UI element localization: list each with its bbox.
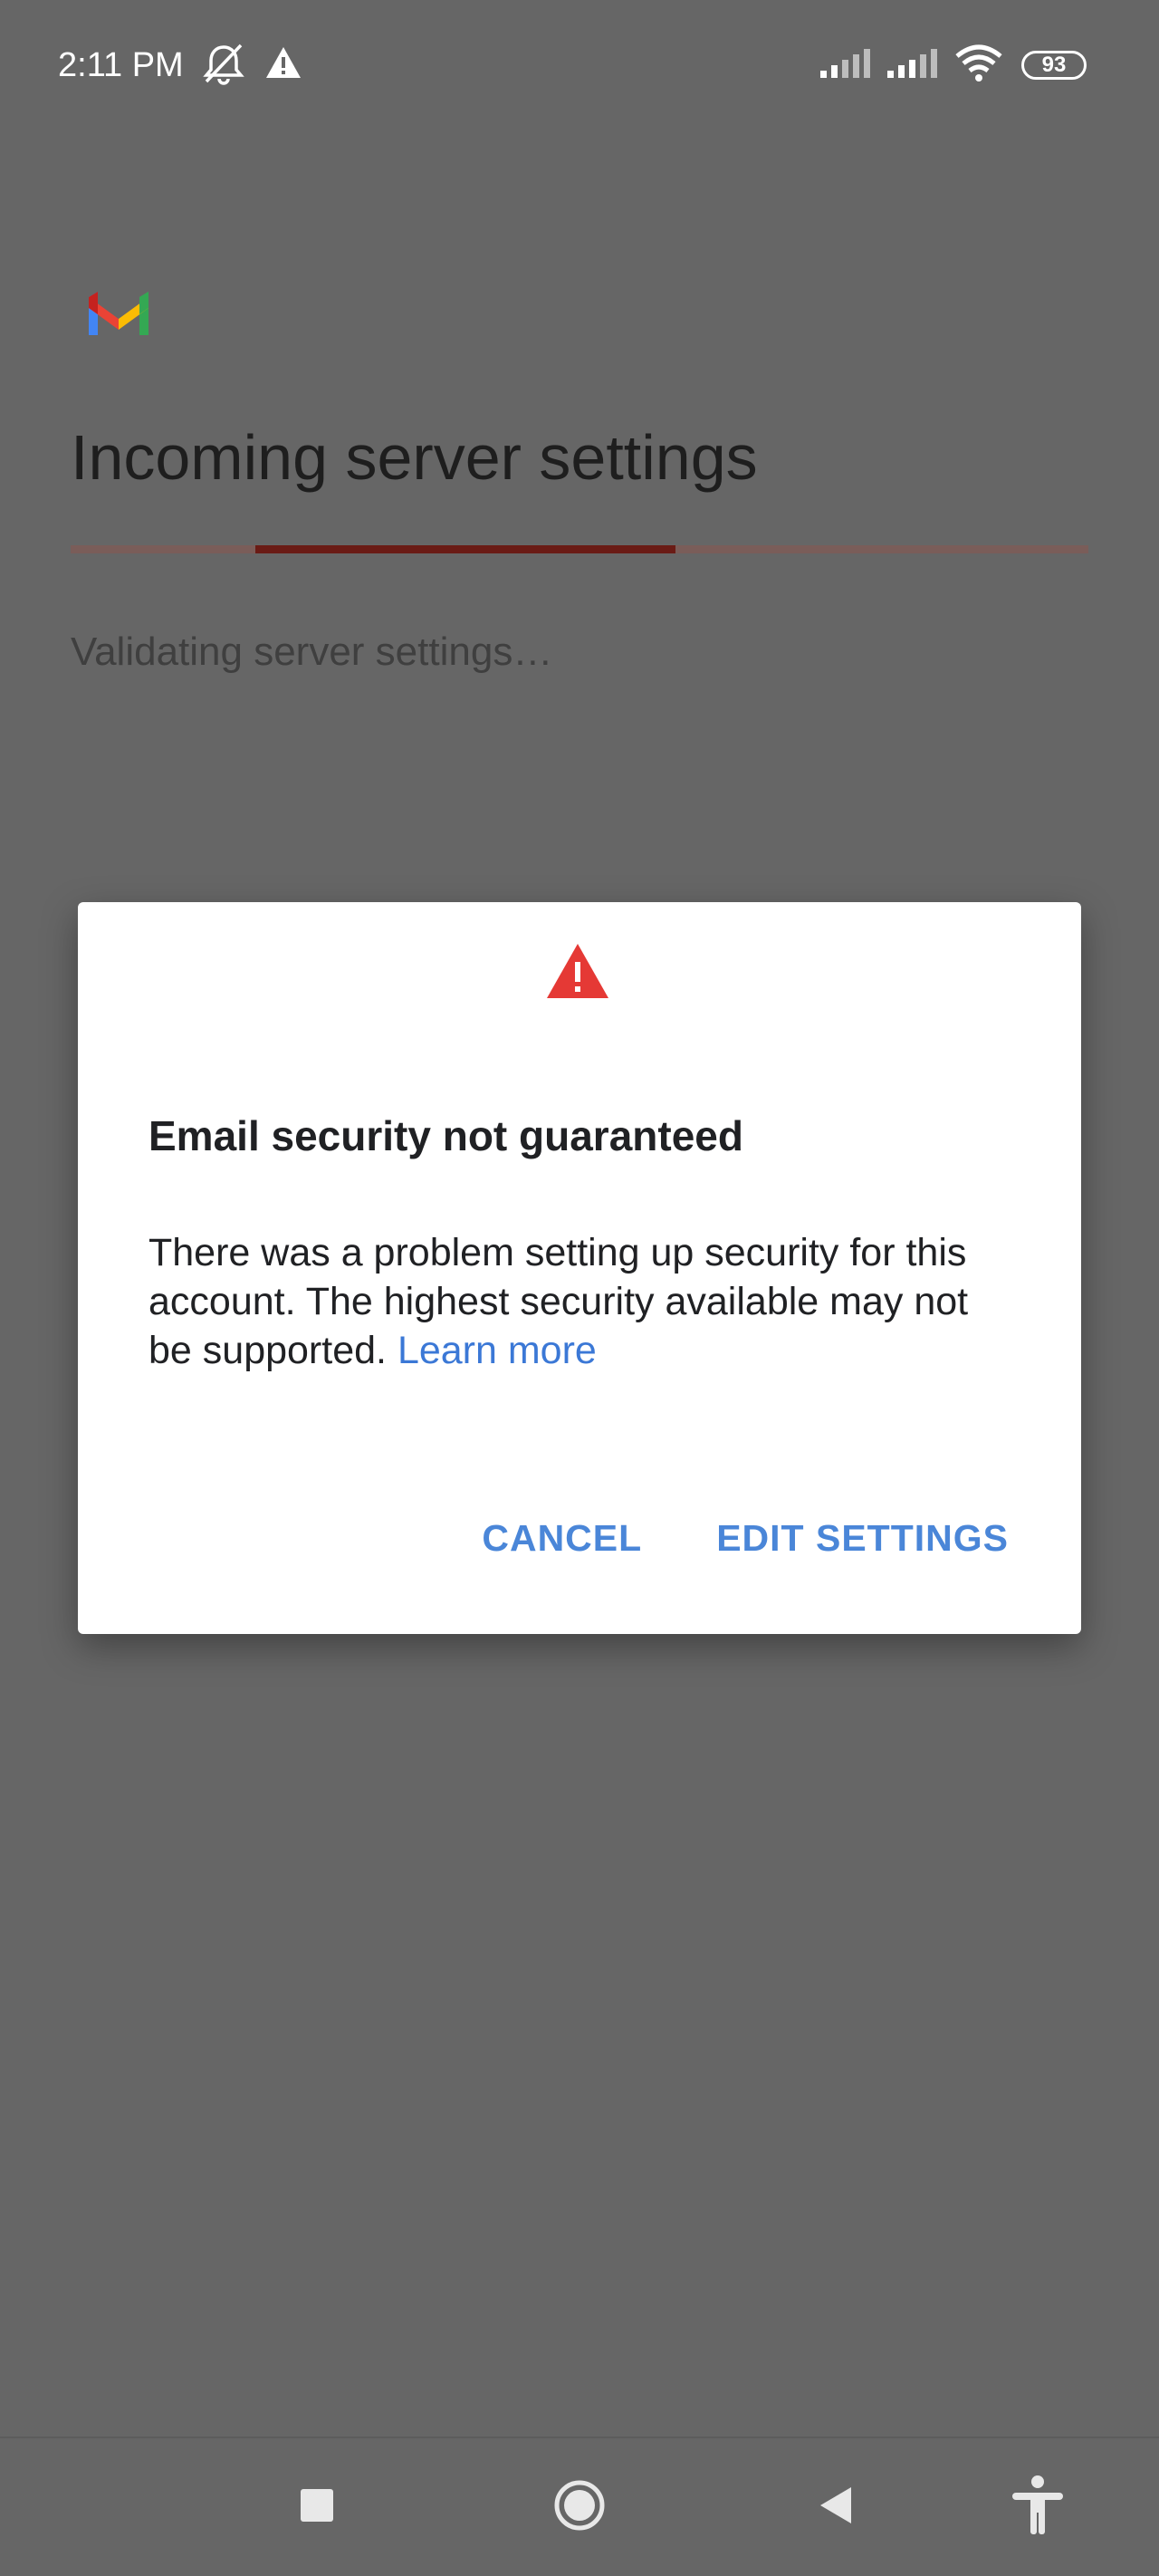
warning-icon bbox=[266, 47, 301, 78]
accessibility-icon[interactable] bbox=[1011, 2475, 1065, 2536]
dialog-actions: CANCEL EDIT SETTINGS bbox=[482, 1511, 1009, 1565]
gmail-logo bbox=[89, 292, 148, 335]
progress-indicator bbox=[255, 545, 675, 553]
warning-icon bbox=[547, 944, 608, 998]
signal-icon bbox=[887, 49, 937, 78]
signal-icon bbox=[820, 49, 870, 78]
learn-more-link[interactable]: Learn more bbox=[398, 1329, 597, 1372]
muted-notification-icon bbox=[203, 43, 244, 85]
security-dialog: Email security not guaranteed There was … bbox=[78, 902, 1081, 1634]
cancel-button[interactable]: CANCEL bbox=[482, 1511, 642, 1565]
recents-icon[interactable] bbox=[299, 2487, 335, 2523]
wifi-icon bbox=[955, 44, 1002, 82]
status-bar: 2:11 PM 93 bbox=[0, 0, 1159, 136]
battery-icon: 93 bbox=[1021, 51, 1087, 80]
validation-status: Validating server settings… bbox=[71, 630, 553, 674]
home-icon[interactable] bbox=[552, 2478, 607, 2533]
page-title: Incoming server settings bbox=[71, 422, 758, 493]
back-icon[interactable] bbox=[817, 2485, 855, 2525]
dialog-message: There was a problem setting up security … bbox=[148, 1228, 1018, 1375]
dialog-title: Email security not guaranteed bbox=[148, 1112, 743, 1159]
progress-bar bbox=[71, 545, 1088, 553]
navigation-bar bbox=[0, 2437, 1159, 2576]
status-time: 2:11 PM bbox=[58, 46, 184, 84]
screen: 2:11 PM 93 Incoming server settings Vali… bbox=[0, 0, 1159, 2576]
edit-settings-button[interactable]: EDIT SETTINGS bbox=[716, 1511, 1009, 1565]
